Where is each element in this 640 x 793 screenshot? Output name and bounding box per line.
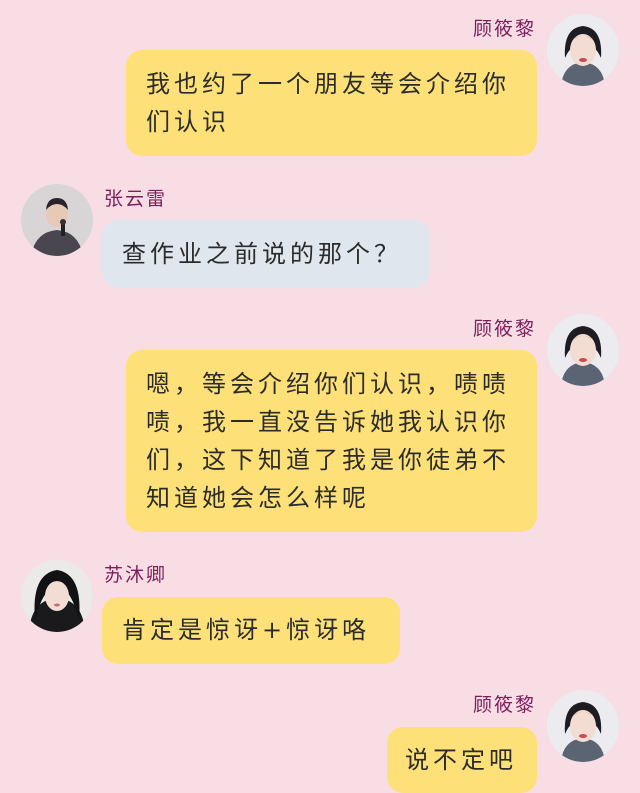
sender-name: 顾筱黎 [472,18,536,40]
sender-name: 顾筱黎 [472,694,536,716]
message-bubble: 肯定是惊讶+惊讶咯 [102,597,400,664]
avatar-gu-xiaoli[interactable] [547,314,619,386]
sender-name: 苏沐卿 [104,564,168,586]
avatar-gu-xiaoli[interactable] [547,14,619,86]
message-bubble: 查作业之前说的那个？ [102,220,429,288]
avatar-gu-xiaoli[interactable] [547,690,619,762]
avatar-zhang-yunlei[interactable] [21,184,93,256]
sender-name: 顾筱黎 [472,318,536,340]
message-bubble: 我也约了一个朋友等会介绍你们认识 [126,50,537,156]
message-bubble: 说不定吧 [387,727,537,793]
sender-name: 张云雷 [104,188,168,210]
avatar-su-muqing[interactable] [21,560,93,632]
message-bubble: 嗯，等会介绍你们认识，啧啧啧，我一直没告诉她我认识你们，这下知道了我是你徒弟不知… [126,350,537,532]
chat-screen: { "colors": { "background": "#f9dde5", "… [0,0,640,793]
